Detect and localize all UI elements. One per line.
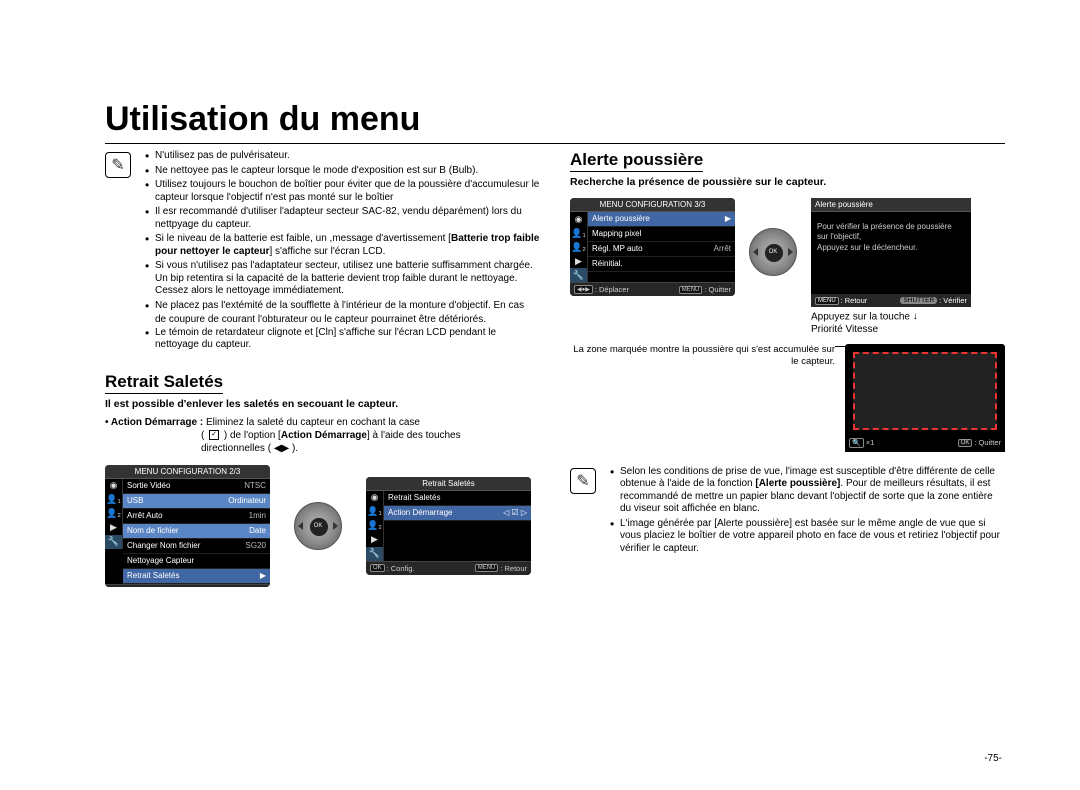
wrench-icon: 🔧 [105, 535, 123, 549]
bullet: Il esr recommandé d'utiliser l'adapteur … [145, 206, 540, 231]
menu-header: MENU CONFIGURATION 2/3 [105, 465, 270, 479]
down-arrow-icon: ↓ [913, 311, 918, 322]
action-demarrage-label: • Action Démarrage : [105, 417, 203, 428]
menu-row: Nettoyage Capteur [123, 554, 270, 569]
menu-row: Régl. MP autoArrêt [588, 242, 735, 257]
bullet: L'image générée par [Alerte poussière] e… [610, 518, 1005, 556]
bullet: Ne placez pas l'extémité de la soufflett… [145, 300, 540, 313]
continuation-text: de coupure de courant l'obturateur ou le… [139, 314, 540, 327]
wrench-icon: 🔧 [570, 268, 588, 282]
action-text: directionnelles ( ◀▶ ). [105, 442, 298, 455]
page-title: Utilisation du menu [105, 100, 1005, 139]
section-retrait-saletes: Retrait Saletés [105, 372, 223, 394]
person1-icon: 👤₁ [366, 505, 384, 519]
camera-menu-retrait: Retrait Saletés ◉ 👤₁ 👤₂ ▶ 🔧 Retrait Sale… [366, 477, 531, 575]
menu-row: Arrêt Auto1min [123, 509, 270, 524]
ok-key-icon: OK [958, 439, 973, 447]
menu-key-icon: MENU [679, 286, 703, 294]
menu-row-selected: Alerte poussière▶ [588, 212, 735, 227]
playback-icon: ▶ [105, 521, 123, 535]
section-subtitle: Il est possible d'enlever les saletés en… [105, 398, 540, 410]
dpad-icon: ◀●▶ [574, 285, 593, 294]
menu-header: MENU CONFIGURATION 3/3 [570, 198, 735, 212]
bullet: Utilisez toujours le bouchon de boîtier … [145, 179, 540, 204]
popup-text: Appuyez sur le déclencheur. [817, 243, 965, 253]
note-icon: ✎ [105, 152, 131, 178]
control-dial-icon: OK [749, 228, 797, 276]
menu-row-selected: Retrait Saletés▶ [123, 569, 270, 584]
person2-icon: 👤₂ [570, 240, 588, 254]
section-alerte-poussiere: Alerte poussière [570, 150, 703, 172]
bullet: N'utilisez pas de pulvérisateur. [145, 150, 540, 163]
menu-row: USBOrdinateur [123, 494, 270, 509]
alerte-popup: Alerte poussière Pour vérifier la présen… [811, 198, 971, 307]
ok-key-icon: OK [370, 564, 385, 572]
menu-key-icon: MENU [475, 564, 499, 572]
menu-row-selected: Action Démarrage◁ ☑ ▷ [384, 506, 531, 521]
bullet: Si vous n'utilisez pas l'adaptateur sect… [145, 260, 540, 298]
menu-row: Changer Nom fichierSG20 [123, 539, 270, 554]
camera-icon: ◉ [366, 491, 384, 505]
shutter-key-icon: SHUTTER [900, 297, 937, 304]
divider [105, 143, 1005, 144]
camera-menu-2-3: MENU CONFIGURATION 2/3 ◉ 👤₁ 👤₂ ▶ 🔧 Sorti… [105, 465, 270, 587]
menu-key-icon: MENU [815, 297, 839, 305]
person2-icon: 👤₂ [105, 507, 123, 521]
press-shutter-hint: Appuyez sur la touche ↓ Priorité Vitesse [811, 311, 971, 336]
menu-row: Sortie VidéoNTSC [123, 479, 270, 494]
menu-header: Retrait Saletés [366, 477, 531, 491]
sensor-view-screen: 🔍×1 OK: Quitter [845, 344, 1005, 452]
control-dial-icon: OK [294, 502, 342, 550]
section-subtitle: Recherche la présence de poussière sur l… [570, 176, 1005, 188]
bullet-battery-warning: Si le niveau de la batterie est faible, … [145, 233, 540, 258]
left-column: ✎ N'utilisez pas de pulvérisateur. Ne ne… [105, 150, 540, 587]
checkbox-icon: ✓ [209, 430, 219, 440]
person1-icon: 👤₁ [570, 226, 588, 240]
pointer-line-icon [835, 346, 845, 347]
bullet: Selon les conditions de prise de vue, l'… [610, 466, 1005, 516]
playback-icon: ▶ [570, 254, 588, 268]
popup-header: Alerte poussière [811, 198, 971, 212]
right-column: Alerte poussière Recherche la présence d… [570, 150, 1005, 587]
menu-row: Mapping pixel [588, 227, 735, 242]
popup-text: Pour vérifier la présence de poussière s… [817, 222, 965, 243]
dust-zone-overlay [853, 352, 997, 430]
camera-menu-3-3: MENU CONFIGURATION 3/3 ◉ 👤₁ 👤₂ ▶ 🔧 Alert… [570, 198, 735, 296]
menu-row: Retrait Saletés [384, 491, 531, 506]
bullet: Le témoin de retardateur clignote et [Cl… [145, 327, 540, 352]
note-icon: ✎ [570, 468, 596, 494]
menu-row: Nom de fichierDate [123, 524, 270, 539]
ok-button-icon: OK [314, 523, 323, 529]
person1-icon: 👤₁ [105, 493, 123, 507]
magnify-icon: 🔍 [849, 438, 864, 448]
camera-icon: ◉ [570, 212, 588, 226]
camera-icon: ◉ [105, 479, 123, 493]
sensor-caption: La zone marquée montre la poussière qui … [570, 344, 835, 452]
wrench-icon: 🔧 [366, 547, 384, 561]
menu-row: Réinitial. [588, 257, 735, 272]
ok-button-icon: OK [769, 249, 778, 255]
playback-icon: ▶ [366, 533, 384, 547]
page-number: -75- [984, 753, 1002, 764]
action-text: Eliminez la saleté du capteur en cochant… [206, 417, 420, 428]
person2-icon: 👤₂ [366, 519, 384, 533]
bullet: Ne nettoyee pas le capteur lorsque le mo… [145, 165, 540, 178]
